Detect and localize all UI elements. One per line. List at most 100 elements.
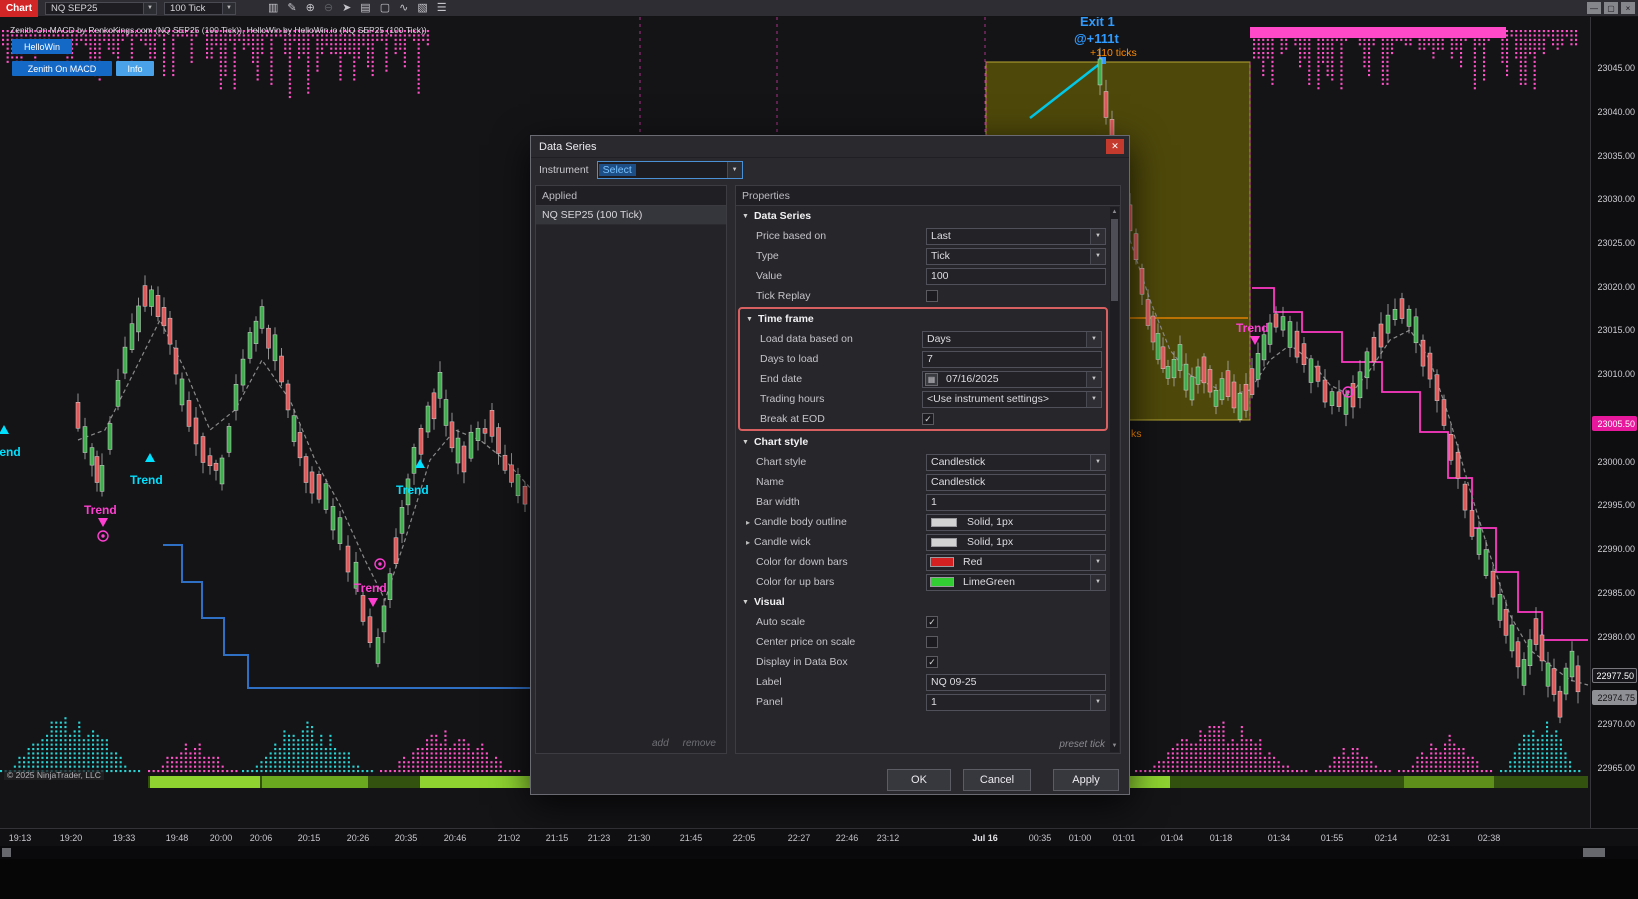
close-button[interactable]: ×	[1621, 2, 1635, 14]
time-label: 01:18	[1210, 833, 1233, 843]
break-at-eod-checkbox: ✓	[922, 413, 934, 425]
dialog-close-button[interactable]: ✕	[1106, 139, 1124, 154]
maximize-button[interactable]: ▢	[1604, 2, 1618, 14]
style-swatch	[931, 518, 957, 527]
draw-tool-icon[interactable]: ✎	[287, 2, 296, 15]
category-chart-style[interactable]: ▼Chart style	[736, 432, 1110, 452]
scrollbar-thumb[interactable]	[1111, 219, 1118, 301]
price-based-on-control[interactable]: Last▼	[926, 228, 1106, 245]
price-label: 23035.00	[1597, 151, 1635, 161]
section-chart-style: ▼Chart styleChart styleCandlestick▼NameC…	[736, 432, 1110, 592]
ok-button[interactable]: OK	[887, 769, 951, 791]
candle-body-outline-control[interactable]: Solid, 1px	[926, 514, 1106, 531]
section-visual: ▼VisualAuto scale✓Center price on scaleD…	[736, 592, 1110, 712]
indicator-icon[interactable]: ∿	[399, 2, 408, 15]
data-box-icon[interactable]: ▤	[360, 2, 370, 15]
price-label: 22980.00	[1597, 632, 1635, 642]
scroll-down-arrow[interactable]: ▼	[1110, 741, 1119, 752]
collapse-caret-icon: ▼	[742, 439, 749, 446]
time-label: 19:48	[166, 833, 189, 843]
applied-series-item[interactable]: NQ SEP25 (100 Tick)	[536, 206, 726, 225]
time-label: 21:30	[628, 833, 651, 843]
time-label: 20:00	[210, 833, 233, 843]
chart-type-icon[interactable]: ▥	[268, 2, 278, 15]
zenith-on-macd-button[interactable]: Zenith On MACD	[12, 61, 112, 76]
time-label: Jul 16	[972, 833, 998, 843]
price-label: 23015.00	[1597, 325, 1635, 335]
chart-style-control[interactable]: Candlestick▼	[926, 454, 1106, 471]
center-price-on-scale-control[interactable]	[926, 636, 1106, 648]
zoom-in-icon[interactable]: ⊕	[306, 2, 315, 15]
category-data-series[interactable]: ▼Data Series	[736, 206, 1110, 226]
price-marker-badge: 23005.50	[1592, 416, 1637, 431]
cancel-button[interactable]: Cancel	[963, 769, 1031, 791]
price-label: 22970.00	[1597, 719, 1635, 729]
dialog-instrument-select[interactable]: Select ▼	[597, 161, 743, 179]
price-axis[interactable]: 23045.0023040.0023035.0023030.0023025.00…	[1590, 17, 1638, 828]
category-visual[interactable]: ▼Visual	[736, 592, 1110, 612]
time-label: 02:38	[1478, 833, 1501, 843]
color-swatch	[930, 557, 954, 567]
copyright-label: © 2025 NinjaTrader, LLC	[4, 770, 104, 780]
interval-selector-value: 100 Tick	[165, 3, 222, 14]
prop-row-name: NameCandlestick	[736, 472, 1110, 492]
name-control[interactable]: Candlestick	[926, 474, 1106, 491]
price-marker-badge: 22974.75	[1592, 690, 1637, 705]
prop-row-color-for-down-bars: Color for down barsRed▼	[736, 552, 1110, 572]
value-control[interactable]: 100	[926, 268, 1106, 285]
dialog-title: Data Series	[539, 141, 596, 153]
svg-text:Trend: Trend	[1236, 321, 1269, 335]
time-label: 01:55	[1321, 833, 1344, 843]
price-label: 23020.00	[1597, 282, 1635, 292]
trading-hours-control[interactable]: <Use instrument settings>▼	[922, 391, 1102, 408]
info-button[interactable]: Info	[116, 61, 154, 76]
dialog-instrument-value: Select	[599, 164, 636, 176]
bar-width-control[interactable]: 1	[926, 494, 1106, 511]
properties-icon[interactable]: ☰	[437, 2, 447, 15]
color-for-down-bars-control[interactable]: Red▼	[926, 554, 1106, 571]
time-label: 21:45	[680, 833, 703, 843]
type-control[interactable]: Tick▼	[926, 248, 1106, 265]
time-label: 23:12	[877, 833, 900, 843]
properties-scrollbar[interactable]: ▲ ▼	[1110, 207, 1119, 752]
applied-panel: Applied NQ SEP25 (100 Tick) add remove	[535, 185, 727, 754]
apply-button[interactable]: Apply	[1053, 769, 1119, 791]
break-at-eod-control[interactable]: ✓	[922, 413, 1102, 425]
prop-row-end-date: End date▦07/16/2025▼	[740, 369, 1106, 389]
time-axis[interactable]: 19:1319:2019:3319:4820:0020:0620:1520:26…	[0, 828, 1638, 846]
minimize-button[interactable]: —	[1587, 2, 1601, 14]
label-control[interactable]: NQ 09-25	[926, 674, 1106, 691]
tick-replay-control[interactable]	[926, 290, 1106, 302]
scroll-up-arrow[interactable]: ▲	[1110, 207, 1119, 218]
expand-caret-icon[interactable]: ▸	[746, 518, 750, 527]
time-label: 01:00	[1069, 833, 1092, 843]
panel-control[interactable]: 1▼	[926, 694, 1106, 711]
time-label: 20:06	[250, 833, 273, 843]
remove-link[interactable]: remove	[683, 738, 716, 749]
horizontal-scrollbar[interactable]	[0, 846, 1638, 859]
zoom-out-icon[interactable]: ⊖	[324, 2, 333, 15]
days-to-load-control[interactable]: 7	[922, 351, 1102, 368]
expand-caret-icon[interactable]: ▸	[746, 538, 750, 547]
candle-wick-control[interactable]: Solid, 1px	[926, 534, 1106, 551]
interval-selector[interactable]: 100 Tick ▼	[164, 2, 236, 15]
auto-scale-control[interactable]: ✓	[926, 616, 1106, 628]
cursor-icon[interactable]: ➤	[342, 2, 351, 15]
scrollbar-right-stub[interactable]	[1583, 848, 1605, 857]
display-in-data-box-control[interactable]: ✓	[926, 656, 1106, 668]
chart-trader-icon[interactable]: ▧	[417, 2, 427, 15]
instrument-selector[interactable]: NQ SEP25 ▼	[45, 2, 157, 15]
time-label: 01:01	[1113, 833, 1136, 843]
section-data-series: ▼Data SeriesPrice based onLast▼TypeTick▼…	[736, 206, 1110, 306]
category-time-frame[interactable]: ▼Time frame	[740, 309, 1106, 329]
end-date-control[interactable]: ▦07/16/2025▼	[922, 371, 1102, 388]
preset-link[interactable]: preset tick	[1059, 739, 1105, 750]
color-for-up-bars-control[interactable]: LimeGreen▼	[926, 574, 1106, 591]
dialog-title-bar[interactable]: Data Series	[531, 136, 1129, 158]
hellowin-button[interactable]: HelloWin	[12, 39, 72, 54]
scrollbar-left-stub[interactable]	[2, 848, 11, 857]
new-window-icon[interactable]: ▢	[380, 2, 390, 15]
prop-row-load-data-based-on: Load data based onDays▼	[740, 329, 1106, 349]
load-data-based-on-control[interactable]: Days▼	[922, 331, 1102, 348]
add-link[interactable]: add	[652, 738, 669, 749]
